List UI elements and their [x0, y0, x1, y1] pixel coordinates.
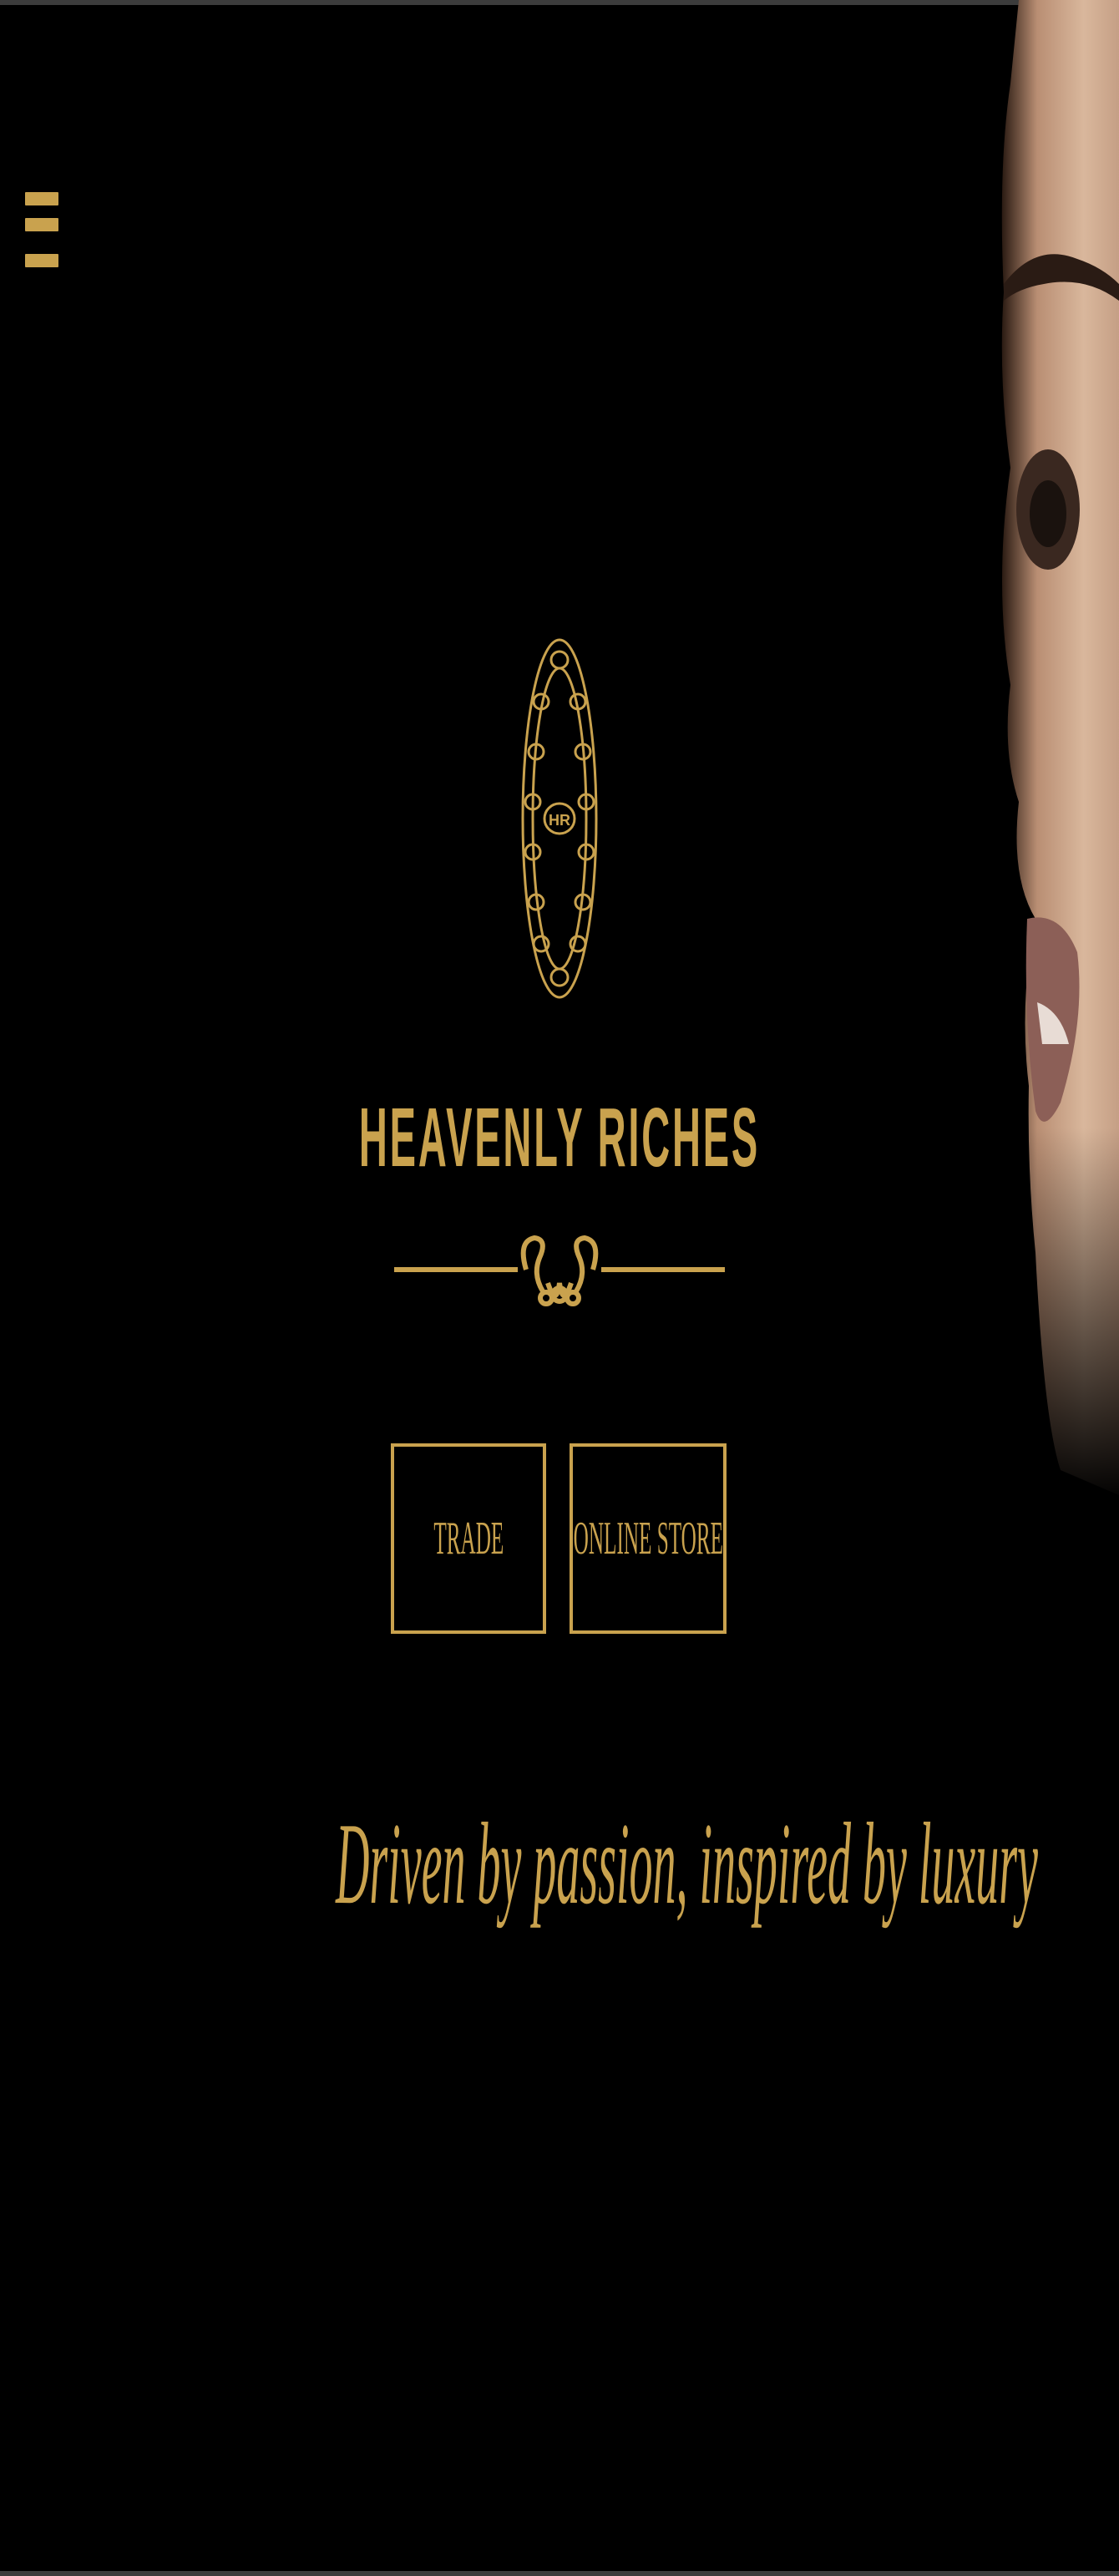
bottom-border: [0, 2571, 1119, 2576]
brand-title: HEAVENLY RICHES: [358, 1091, 761, 1184]
model-face-image: [985, 0, 1119, 1504]
online-store-button[interactable]: ONLINE STORE: [570, 1443, 727, 1634]
menu-button[interactable]: [25, 189, 60, 272]
logo-monogram: HR: [549, 812, 570, 829]
ornament-divider-icon: [392, 1225, 727, 1325]
top-border: [0, 0, 1119, 5]
brand-tagline: Driven by passion, inspired by luxury: [336, 1799, 1038, 1929]
hamburger-menu-icon: [25, 192, 58, 205]
trade-button-label: TRADE: [433, 1513, 504, 1564]
trade-button[interactable]: TRADE: [391, 1443, 546, 1634]
menu-icon-bar: [25, 254, 58, 267]
online-store-button-label: ONLINE STORE: [573, 1513, 723, 1564]
brand-logo-emblem: HR: [518, 635, 601, 1002]
menu-icon-bar: [25, 218, 58, 231]
